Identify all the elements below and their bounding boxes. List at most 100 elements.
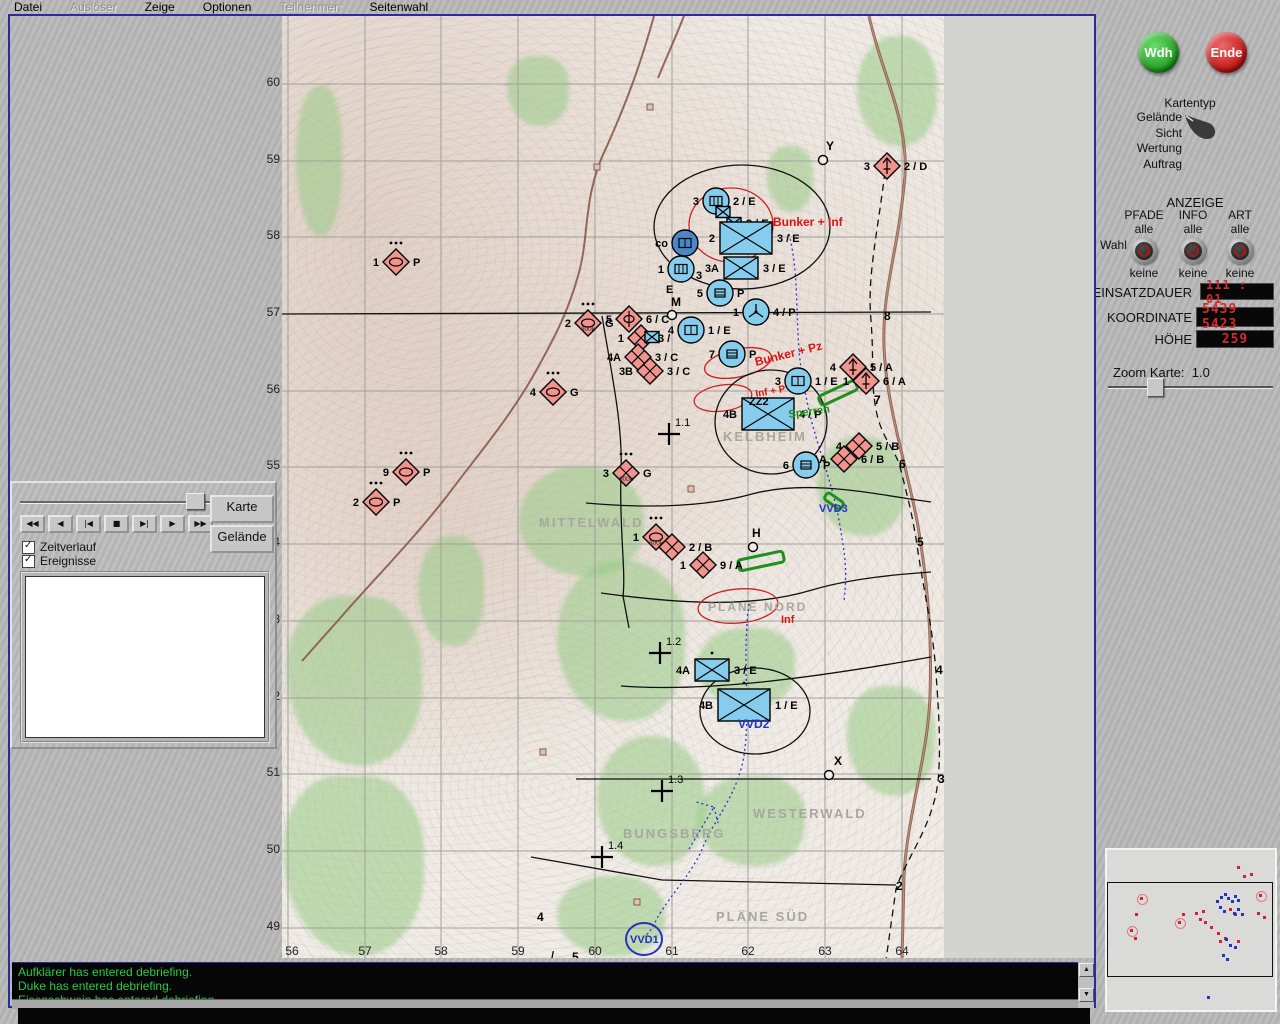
kartentyp-option-auftrag[interactable]: Auftrag	[1100, 157, 1182, 173]
map-unit-bl-box[interactable]: 5P	[697, 280, 744, 306]
kartentyp-option-wertung[interactable]: Wertung	[1100, 141, 1182, 157]
minimap-blue-unit-dot	[1226, 958, 1229, 961]
map-unit-bl-sq[interactable]	[716, 207, 730, 218]
map-unit-bl-sq[interactable]	[645, 332, 659, 343]
map-unit-rd-arrow[interactable]: 32 / D	[864, 153, 927, 179]
info-knob[interactable]	[1180, 238, 1206, 264]
minimap-red-unit-dot	[1257, 912, 1260, 915]
map-y-axis-label: 57	[254, 305, 280, 319]
minimap-red-unit-dot	[1243, 875, 1246, 878]
map-unit-bl-k[interactable]: 41 / E	[668, 317, 731, 343]
time-slider-thumb[interactable]	[186, 493, 205, 510]
svg-text:1.1: 1.1	[675, 417, 690, 429]
kartentyp-option-sicht[interactable]: Sicht	[1100, 126, 1182, 142]
map-viewport[interactable]: 1P9P2P4G2G300k56 / C13 /4A3 / C3B3 / C3G…	[282, 16, 1094, 958]
svg-text:1: 1	[733, 307, 739, 319]
minimap-red-unit-dot	[1135, 913, 1138, 916]
map-label: VVD2	[738, 717, 770, 731]
svg-text:3B: 3B	[619, 366, 633, 378]
menu-item-zeige[interactable]: Zeige	[131, 0, 189, 14]
svg-text:1.3: 1.3	[668, 774, 683, 786]
svg-text:6 / B: 6 / B	[861, 454, 884, 466]
map-unit-bl-gun[interactable]: 1	[658, 256, 694, 282]
map-unit-rd-armor[interactable]: 2P	[353, 482, 400, 515]
map-y-axis-label: 56	[254, 382, 280, 396]
svg-text:300k: 300k	[619, 476, 634, 483]
event-list-frame	[20, 571, 270, 743]
svg-text:6 / A: 6 / A	[883, 376, 906, 388]
map-overlay: 1P9P2P4G2G300k56 / C13 /4A3 / C3B3 / C3G…	[282, 16, 1094, 958]
karte-button[interactable]: Karte	[210, 495, 274, 523]
checkbox-row-zeitverlauf[interactable]: Zeitverlauf	[22, 540, 96, 554]
play-back-button[interactable]: ◀	[48, 515, 73, 533]
map-unit-bl-inf[interactable]: 4A3 / E	[676, 652, 757, 681]
play-button[interactable]: ▶	[160, 515, 185, 533]
zeitverlauf-checkbox[interactable]	[22, 541, 35, 554]
map-x-axis-label: 59	[511, 944, 525, 958]
svg-text:H: H	[752, 526, 761, 540]
pfade-knob[interactable]	[1131, 238, 1157, 264]
gelaende-button[interactable]: Gelände	[210, 525, 274, 553]
minimap-blue-unit-dot	[1231, 900, 1234, 903]
checkbox-row-ereignisse[interactable]: Ereignisse	[22, 554, 96, 568]
map-unit-rd-armor[interactable]: 1P	[373, 242, 420, 275]
menu-bar: DateiAuslöserZeigeOptionenTeilnehmer:Sei…	[0, 0, 1280, 14]
art-knob[interactable]	[1227, 238, 1253, 264]
menu-item-optionen[interactable]: Optionen	[189, 0, 266, 14]
registration-cross: 1.3	[651, 774, 683, 802]
ende-button[interactable]: Ende	[1206, 32, 1247, 73]
minimap-red-unit-dot	[1130, 929, 1133, 932]
time-slider-groove	[20, 501, 212, 503]
anzeige-col-art: ARTallekeine	[1210, 208, 1270, 280]
minimap-blue-unit-dot	[1222, 954, 1225, 957]
wdh-button[interactable]: Wdh	[1138, 32, 1179, 73]
time-slider[interactable]	[20, 499, 212, 505]
kartentyp-selector-pointer[interactable]	[1183, 113, 1223, 147]
svg-text:P: P	[737, 288, 744, 300]
minimap[interactable]	[1105, 848, 1277, 1012]
menu-item-teilnehmer: Teilnehmer:	[265, 0, 355, 14]
rewind-button[interactable]: ◀◀	[20, 515, 45, 533]
step-back-button[interactable]: |◀	[76, 515, 101, 533]
svg-text:1: 1	[633, 532, 639, 544]
scroll-up-icon[interactable]: ▲	[1079, 963, 1094, 977]
svg-text:6 / C: 6 / C	[646, 314, 669, 326]
zoom-slider-thumb[interactable]	[1147, 378, 1164, 397]
chat-input-bar[interactable]	[18, 1008, 1090, 1024]
log-vertical-scrollbar[interactable]: ▲ ▼	[1078, 962, 1094, 1008]
map-x-axis-label: 64	[895, 944, 909, 958]
zoom-slider[interactable]	[1108, 385, 1273, 389]
ereignisse-checkbox[interactable]	[22, 555, 35, 568]
map-label: WESTERWALD	[753, 806, 867, 821]
step-forward-button[interactable]: ▶|	[132, 515, 157, 533]
map-unit-bl-box[interactable]: 7P	[709, 341, 756, 367]
stop-button[interactable]: ■	[104, 515, 129, 533]
minimap-blue-unit-dot	[1207, 996, 1210, 999]
svg-text:4: 4	[530, 387, 537, 399]
minimap-blue-unit-dot	[1234, 946, 1237, 949]
map-unit-rd-armor[interactable]: 4G	[530, 372, 579, 405]
svg-text:1: 1	[843, 376, 849, 388]
svg-text:3: 3	[693, 196, 699, 208]
scroll-down-icon[interactable]: ▼	[1079, 988, 1094, 1002]
event-list[interactable]	[25, 576, 265, 738]
svg-text:1 / E: 1 / E	[815, 376, 838, 388]
map-x-axis-label: 63	[818, 944, 832, 958]
menu-item-seitenwahl[interactable]: Seitenwahl	[355, 0, 442, 14]
svg-text:4A: 4A	[676, 665, 690, 677]
map-unit-rd-armor[interactable]: 9P	[383, 452, 430, 485]
einsatzdauer-display: 111 : 01	[1200, 283, 1274, 300]
map-label: Bunker + Inf	[773, 215, 844, 229]
map-x-axis-label: 62	[741, 944, 755, 958]
map-unit-rd-x[interactable]: 19 / A	[680, 552, 743, 578]
map-label: /	[551, 950, 554, 958]
minimap-blue-unit-dot	[1241, 913, 1244, 916]
svg-text:3: 3	[864, 161, 870, 173]
map-y-axis-label: 51	[254, 765, 280, 779]
obstacle-marker	[737, 551, 784, 571]
map-unit-rd-x[interactable]: 3G300k	[603, 453, 652, 486]
menu-item-datei[interactable]: Datei	[0, 0, 56, 14]
phase-line-number: 4	[537, 910, 544, 924]
svg-text:5: 5	[606, 314, 612, 326]
kartentyp-option-gelnde[interactable]: Gelände	[1100, 110, 1182, 126]
